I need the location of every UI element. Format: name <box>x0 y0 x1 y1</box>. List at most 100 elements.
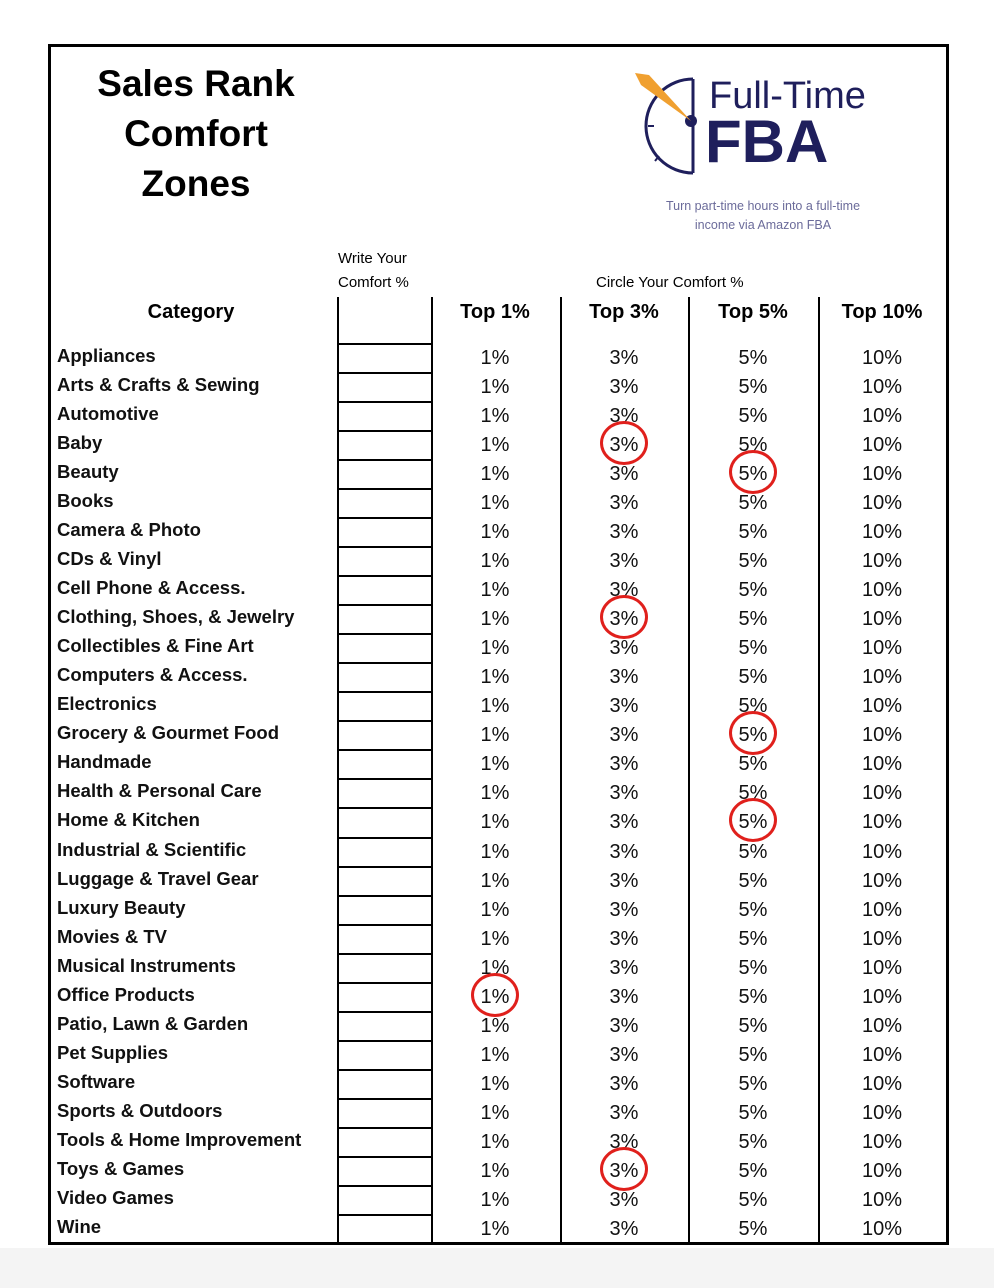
comfort-option[interactable]: 5% <box>688 1218 818 1241</box>
comfort-option[interactable]: 5% <box>688 870 818 893</box>
comfort-option[interactable]: 10% <box>818 550 946 573</box>
comfort-option[interactable]: 1% <box>431 1160 559 1183</box>
comfort-input-box[interactable] <box>337 807 433 835</box>
comfort-option[interactable]: 1% <box>431 1189 559 1212</box>
comfort-option[interactable]: 3% <box>560 1015 688 1038</box>
comfort-input-box[interactable] <box>337 604 433 632</box>
comfort-option[interactable]: 5% <box>688 550 818 573</box>
comfort-option[interactable]: 3% <box>560 986 688 1009</box>
comfort-input-box[interactable] <box>337 749 433 777</box>
comfort-input-box[interactable] <box>337 517 433 545</box>
comfort-input-box[interactable] <box>337 1068 433 1096</box>
comfort-option[interactable]: 1% <box>431 986 559 1009</box>
comfort-input-box[interactable] <box>337 691 433 719</box>
comfort-option[interactable]: 10% <box>818 376 946 399</box>
comfort-option[interactable]: 10% <box>818 811 946 834</box>
comfort-input-box[interactable] <box>337 1155 433 1183</box>
comfort-option[interactable]: 3% <box>560 463 688 486</box>
comfort-option[interactable]: 1% <box>431 841 559 864</box>
comfort-option[interactable]: 10% <box>818 782 946 805</box>
comfort-option[interactable]: 1% <box>431 1218 559 1241</box>
comfort-option[interactable]: 10% <box>818 1073 946 1096</box>
comfort-option[interactable]: 1% <box>431 550 559 573</box>
comfort-input-box[interactable] <box>337 343 433 370</box>
comfort-option[interactable]: 5% <box>688 666 818 689</box>
comfort-input-box[interactable] <box>337 1039 433 1067</box>
comfort-option[interactable]: 5% <box>688 957 818 980</box>
comfort-option[interactable]: 3% <box>560 957 688 980</box>
comfort-option[interactable]: 5% <box>688 521 818 544</box>
comfort-option[interactable]: 3% <box>560 637 688 660</box>
comfort-option[interactable]: 1% <box>431 899 559 922</box>
comfort-option[interactable]: 10% <box>818 724 946 747</box>
comfort-option[interactable]: 10% <box>818 463 946 486</box>
comfort-option[interactable]: 1% <box>431 753 559 776</box>
comfort-option[interactable]: 1% <box>431 1131 559 1154</box>
comfort-input-box[interactable] <box>337 836 433 864</box>
comfort-option[interactable]: 5% <box>688 347 818 370</box>
comfort-option[interactable]: 10% <box>818 405 946 428</box>
comfort-option[interactable]: 10% <box>818 841 946 864</box>
comfort-option[interactable]: 1% <box>431 928 559 951</box>
comfort-input-box[interactable] <box>337 894 433 922</box>
comfort-input-box[interactable] <box>337 633 433 661</box>
comfort-option[interactable]: 3% <box>560 666 688 689</box>
comfort-option[interactable]: 5% <box>688 1044 818 1067</box>
comfort-option[interactable]: 10% <box>818 521 946 544</box>
comfort-option[interactable]: 3% <box>560 870 688 893</box>
comfort-option[interactable]: 3% <box>560 1073 688 1096</box>
comfort-option[interactable]: 3% <box>560 928 688 951</box>
comfort-option[interactable]: 1% <box>431 376 559 399</box>
comfort-option[interactable]: 1% <box>431 579 559 602</box>
comfort-option[interactable]: 5% <box>688 463 818 486</box>
comfort-option[interactable]: 3% <box>560 434 688 457</box>
comfort-option[interactable]: 5% <box>688 782 818 805</box>
comfort-option[interactable]: 10% <box>818 695 946 718</box>
comfort-option[interactable]: 10% <box>818 1015 946 1038</box>
comfort-option[interactable]: 3% <box>560 695 688 718</box>
comfort-option[interactable]: 5% <box>688 1189 818 1212</box>
comfort-option[interactable]: 3% <box>560 347 688 370</box>
comfort-option[interactable]: 5% <box>688 1102 818 1125</box>
comfort-option[interactable]: 1% <box>431 1102 559 1125</box>
comfort-option[interactable]: 3% <box>560 899 688 922</box>
comfort-option[interactable]: 5% <box>688 434 818 457</box>
comfort-option[interactable]: 10% <box>818 579 946 602</box>
comfort-input-box[interactable] <box>337 923 433 951</box>
comfort-option[interactable]: 3% <box>560 782 688 805</box>
comfort-option[interactable]: 1% <box>431 666 559 689</box>
comfort-input-box[interactable] <box>337 1184 433 1212</box>
comfort-option[interactable]: 1% <box>431 811 559 834</box>
comfort-option[interactable]: 1% <box>431 1044 559 1067</box>
comfort-option[interactable]: 1% <box>431 870 559 893</box>
comfort-option[interactable]: 1% <box>431 434 559 457</box>
comfort-option[interactable]: 5% <box>688 753 818 776</box>
comfort-input-box[interactable] <box>337 720 433 748</box>
comfort-input-box[interactable] <box>337 575 433 603</box>
comfort-option[interactable]: 3% <box>560 550 688 573</box>
comfort-option[interactable]: 10% <box>818 492 946 515</box>
comfort-option[interactable]: 3% <box>560 1218 688 1241</box>
comfort-option[interactable]: 10% <box>818 347 946 370</box>
comfort-option[interactable]: 10% <box>818 608 946 631</box>
comfort-option[interactable]: 5% <box>688 1160 818 1183</box>
comfort-input-box[interactable] <box>337 662 433 690</box>
comfort-option[interactable]: 3% <box>560 1044 688 1067</box>
comfort-option[interactable]: 3% <box>560 376 688 399</box>
comfort-input-box[interactable] <box>337 488 433 516</box>
comfort-option[interactable]: 5% <box>688 1073 818 1096</box>
comfort-option[interactable]: 5% <box>688 405 818 428</box>
comfort-input-box[interactable] <box>337 1213 433 1241</box>
comfort-option[interactable]: 10% <box>818 666 946 689</box>
comfort-option[interactable]: 3% <box>560 724 688 747</box>
comfort-option[interactable]: 10% <box>818 1102 946 1125</box>
comfort-input-box[interactable] <box>337 1097 433 1125</box>
comfort-option[interactable]: 10% <box>818 637 946 660</box>
comfort-option[interactable]: 1% <box>431 1073 559 1096</box>
comfort-option[interactable]: 10% <box>818 1218 946 1241</box>
comfort-option[interactable]: 3% <box>560 1102 688 1125</box>
comfort-option[interactable]: 10% <box>818 928 946 951</box>
comfort-option[interactable]: 10% <box>818 870 946 893</box>
comfort-option[interactable]: 5% <box>688 811 818 834</box>
comfort-input-box[interactable] <box>337 546 433 574</box>
